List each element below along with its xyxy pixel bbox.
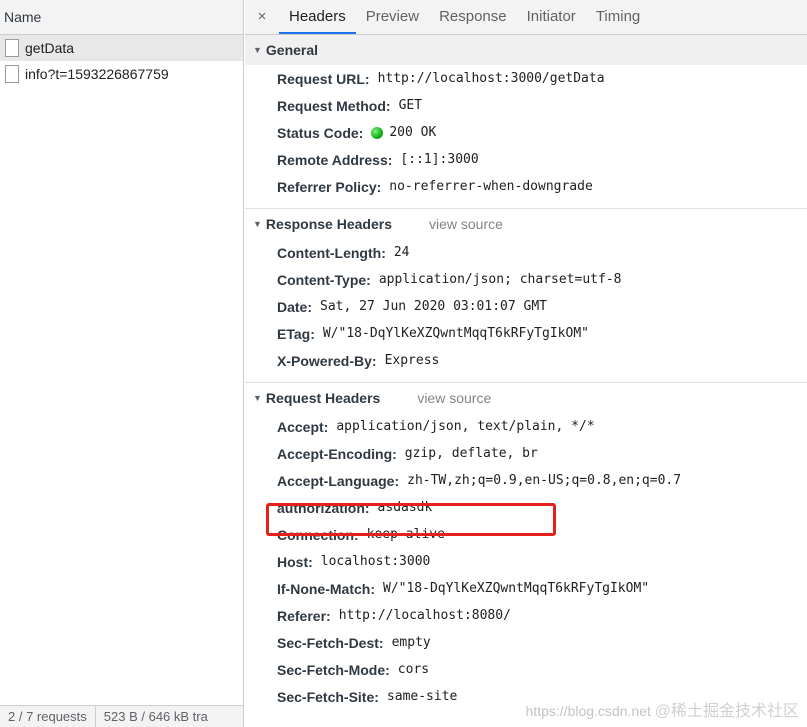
document-icon [5,65,19,83]
request-header-row: Sec-Fetch-Dest: empty [245,629,807,656]
close-icon[interactable]: × [245,0,279,34]
header-key: Accept-Language: [277,472,400,489]
header-key: Request URL: [277,70,370,87]
request-header-row: Connection: keep-alive [245,521,807,548]
request-header-row: Accept-Encoding: gzip, deflate, br [245,440,807,467]
response-header-row: Content-Length: 24 [245,239,807,266]
view-source-link[interactable]: view source [417,390,491,406]
header-key: Referer: [277,607,331,624]
tab-response[interactable]: Response [429,0,517,34]
triangle-down-icon: ▼ [253,219,262,229]
header-key: Content-Length: [277,244,386,261]
watermark-url: https://blog.csdn.net [525,703,651,719]
header-value: 24 [393,245,410,260]
response-header-row: ETag: W/"18-DqYlKeXZQwntMqqT6kRFyTgIkOM" [245,320,807,347]
watermark: https://blog.csdn.net @稀土掘金技术社区 [526,697,799,721]
request-header-row-authorization: authorization: asdasdk [245,494,807,521]
header-value: W/"18-DqYlKeXZQwntMqqT6kRFyTgIkOM" [383,581,650,596]
triangle-down-icon: ▼ [253,45,262,55]
header-value: http://localhost:3000/getData [377,71,605,86]
request-details-panel: × Headers Preview Response Initiator Tim… [245,0,807,727]
header-value: GET [398,98,423,113]
transfer-size: 523 B / 646 kB tra [103,709,208,724]
request-header-row: Host: localhost:3000 [245,548,807,575]
general-section-header[interactable]: ▼ General [245,35,807,65]
header-value: W/"18-DqYlKeXZQwntMqqT6kRFyTgIkOM" [322,326,589,341]
general-section: ▼ General Request URL: http://localhost:… [245,35,807,209]
header-key: Sec-Fetch-Site: [277,688,379,705]
request-name: info?t=1593226867759 [25,66,169,82]
header-key: If-None-Match: [277,580,375,597]
name-column-header[interactable]: Name [0,0,243,35]
response-header-row: Content-Type: application/json; charset=… [245,266,807,293]
request-header-row: Sec-Fetch-Mode: cors [245,656,807,683]
header-key: Connection: [277,526,359,543]
status-ok-dot-icon [371,126,384,139]
header-value: empty [391,635,431,650]
header-key: Status Code: [277,124,364,141]
header-value: same-site [386,689,458,704]
tab-timing[interactable]: Timing [586,0,650,34]
header-key: Sec-Fetch-Dest: [277,634,384,651]
header-value: zh-TW,zh;q=0.9,en-US;q=0.8,en;q=0.7 [407,473,682,488]
general-row: Status Code: 200 OK [245,119,807,146]
tab-headers[interactable]: Headers [279,0,356,34]
header-value: gzip, deflate, br [404,446,538,461]
response-headers-section-header[interactable]: ▼ Response Headers view source [245,209,807,239]
header-value: [::1]:3000 [400,152,479,167]
general-row: Referrer Policy: no-referrer-when-downgr… [245,173,807,200]
response-headers-section: ▼ Response Headers view source Content-L… [245,209,807,383]
request-header-row: Referer: http://localhost:8080/ [245,602,807,629]
details-tabbar: × Headers Preview Response Initiator Tim… [245,0,807,35]
request-row-getdata[interactable]: getData [0,35,243,61]
section-title: General [265,42,319,58]
general-row: Remote Address: [::1]:3000 [245,146,807,173]
header-key: Request Method: [277,97,391,114]
request-list-panel: Name getData info?t=1593226867759 2 / 7 … [0,0,244,727]
header-value: 200 OK [389,125,437,140]
header-key: Date: [277,298,313,315]
general-row: Request Method: GET [245,92,807,119]
request-headers-section: ▼ Request Headers view source Accept: ap… [245,383,807,718]
header-value: application/json; charset=utf-8 [378,272,622,287]
header-key: Content-Type: [277,271,371,288]
header-value: asdasdk [377,500,433,515]
header-value: application/json, text/plain, */* [336,419,595,434]
general-row: Request URL: http://localhost:3000/getDa… [245,65,807,92]
header-value: keep-alive [366,527,445,542]
header-value: Sat, 27 Jun 2020 03:01:07 GMT [320,299,547,314]
header-key: Remote Address: [277,151,393,168]
section-title: Response Headers [265,216,392,232]
watermark-brand: @稀土掘金技术社区 [654,703,799,720]
request-row-info[interactable]: info?t=1593226867759 [0,61,243,87]
document-icon [5,39,19,57]
header-key: Accept: [277,418,329,435]
header-value: cors [397,662,430,677]
header-key: Accept-Encoding: [277,445,397,462]
request-header-row: Accept-Language: zh-TW,zh;q=0.9,en-US;q=… [245,467,807,494]
request-header-row: If-None-Match: W/"18-DqYlKeXZQwntMqqT6kR… [245,575,807,602]
request-header-row: Accept: application/json, text/plain, */… [245,413,807,440]
header-key: X-Powered-By: [277,352,377,369]
triangle-down-icon: ▼ [253,393,262,403]
header-key: Sec-Fetch-Mode: [277,661,390,678]
header-value: http://localhost:8080/ [338,608,511,623]
tab-preview[interactable]: Preview [356,0,429,34]
header-value: no-referrer-when-downgrade [389,179,593,194]
tab-initiator[interactable]: Initiator [517,0,586,34]
header-key: ETag: [277,325,315,342]
section-title: Request Headers [265,390,381,406]
request-name: getData [25,40,75,56]
response-header-row: Date: Sat, 27 Jun 2020 03:01:07 GMT [245,293,807,320]
header-key: authorization: [277,499,370,516]
header-value: Express [384,353,440,368]
view-source-link[interactable]: view source [429,216,503,232]
response-header-row: X-Powered-By: Express [245,347,807,374]
network-status-bar: 2 / 7 requests 523 B / 646 kB tra [0,705,243,727]
request-headers-section-header[interactable]: ▼ Request Headers view source [245,383,807,413]
request-count: 2 / 7 requests [8,709,87,724]
header-key: Host: [277,553,313,570]
header-key: Referrer Policy: [277,178,382,195]
header-value: localhost:3000 [320,554,431,569]
